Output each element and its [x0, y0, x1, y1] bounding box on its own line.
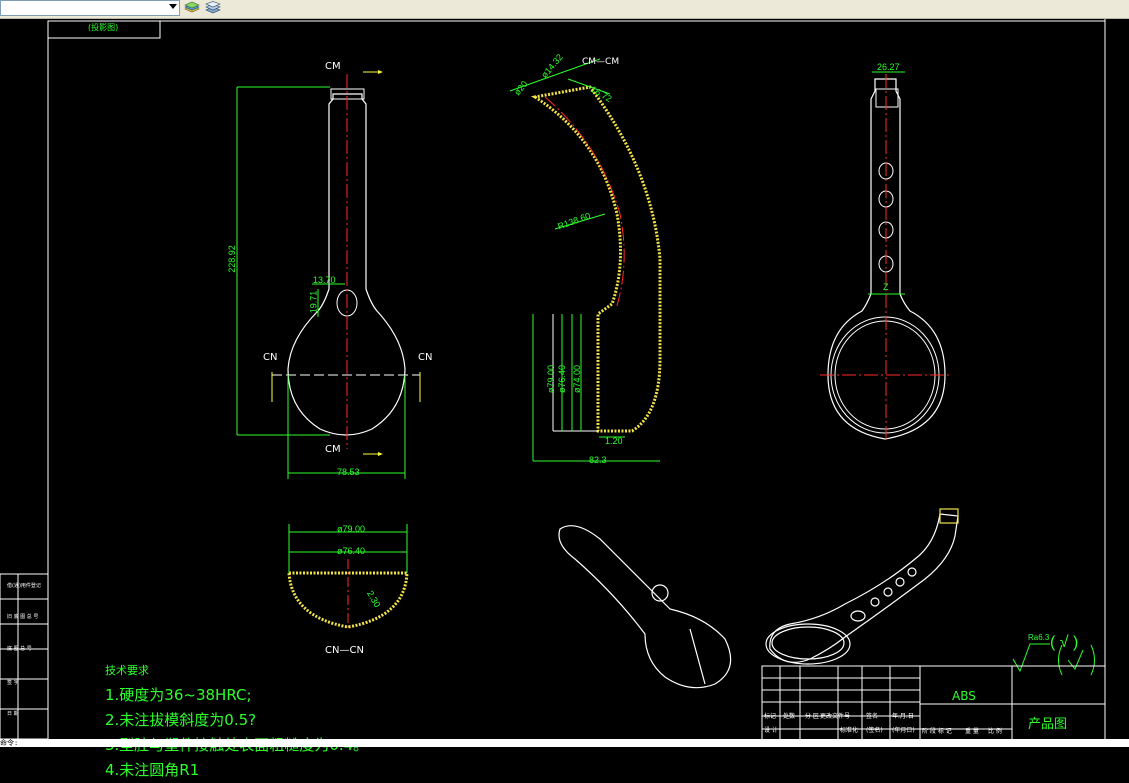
toolbar — [0, 0, 1129, 19]
left-strip-label: 借(通)用件登记 — [7, 583, 41, 589]
layer-states-icon[interactable] — [204, 0, 222, 16]
title-block-row2-label: 设 计 — [764, 727, 778, 734]
title-block-row2-label: 标准化 — [840, 727, 859, 734]
material-label: ABS — [952, 689, 976, 703]
title-block-row-label: 处数 — [783, 713, 796, 720]
dim-width-13: 13.70 — [313, 275, 336, 285]
left-strip-label: 签 字 — [7, 680, 19, 686]
tech-note-line: 2.未注拔模斜度为0.5? — [105, 711, 257, 729]
tech-notes-title: 技术要求 — [105, 664, 149, 677]
title-block-stage-label: 比 例 — [988, 728, 1002, 735]
dim-height-19: 19.71 — [308, 290, 319, 314]
layer-select[interactable] — [0, 0, 180, 16]
dim-total-height: 228.92 — [226, 245, 237, 273]
command-prompt: 命令: — [0, 739, 19, 747]
section-title-cm-cm: CM—CM — [582, 57, 620, 67]
left-strip-label: 旧 底 图 总 号 — [7, 614, 39, 620]
left-strip-label: 日 期 — [7, 711, 19, 717]
layer-stack-icon[interactable] — [183, 0, 201, 16]
section-title-cn-cn: CN—CN — [325, 645, 364, 656]
section-view — [509, 58, 662, 462]
surface-finish-paren: ( √ ) — [1050, 634, 1079, 651]
title-block-row2-label: (签名) — [866, 727, 883, 734]
drawing-name: 产品图 — [1028, 717, 1068, 732]
left-strip-label: 底 图 总 号 — [7, 646, 32, 652]
tech-note-line: 4.未注圆角R1 — [105, 761, 200, 779]
iso-view-rear — [765, 508, 959, 665]
title-block-row-label: 年.月.日 — [892, 713, 914, 720]
dim-dia-76-v: ø76.40 — [557, 364, 568, 394]
technical-requirements: 技术要求 1.硬度为36~38HRC; 2.未注拔模斜度为0.5? 3.型腔与塑… — [105, 662, 368, 783]
dim-z: Z — [883, 282, 889, 292]
dim-dia-74-v: ø74.00 — [572, 364, 583, 394]
dim-dia-79-h: ø79.00 — [337, 524, 366, 534]
title-block-row2-label: (年月日) — [892, 727, 915, 734]
section-mark-cm-bottom: CM — [325, 444, 341, 455]
title-block-row-label: 签名 — [866, 713, 879, 720]
surface-finish-value: Ra6.3 — [1028, 633, 1050, 642]
title-block-stage-label: 重 量 — [965, 728, 979, 735]
title-block-row-label: 分 区 — [805, 713, 819, 720]
section-mark-cn-left: CN — [263, 352, 278, 363]
dim-width-26: 26.27 — [877, 62, 900, 72]
cn-section-view — [287, 524, 409, 631]
section-mark-cm-top: CM — [325, 61, 341, 72]
title-block-stage-label: 阶 段 标 记 — [922, 728, 952, 735]
side-view — [820, 71, 950, 440]
dim-dia-79-v: ø79.00 — [546, 364, 557, 394]
dim-thickness-120: 1.20 — [605, 436, 623, 446]
drawing-canvas[interactable]: (投影图) CM CM CN CN CM—CM CN—CN 228.92 13.… — [0, 19, 1129, 779]
projection-note: (投影图) — [88, 23, 119, 32]
dim-width-82: 82.3 — [589, 455, 607, 465]
command-line[interactable]: 命令: — [0, 739, 1129, 747]
chevron-down-icon[interactable] — [169, 4, 177, 9]
dim-width-78: 78.53 — [337, 467, 360, 477]
tech-note-line: 1.硬度为36~38HRC; — [105, 686, 252, 704]
iso-view-front — [558, 525, 732, 689]
section-mark-cn-right: CN — [418, 352, 433, 363]
title-block-row-label: 标记 — [764, 713, 777, 720]
title-block-row-label: 更改文件号 — [820, 713, 851, 720]
dim-dia-76-h: ø76.40 — [337, 546, 366, 556]
